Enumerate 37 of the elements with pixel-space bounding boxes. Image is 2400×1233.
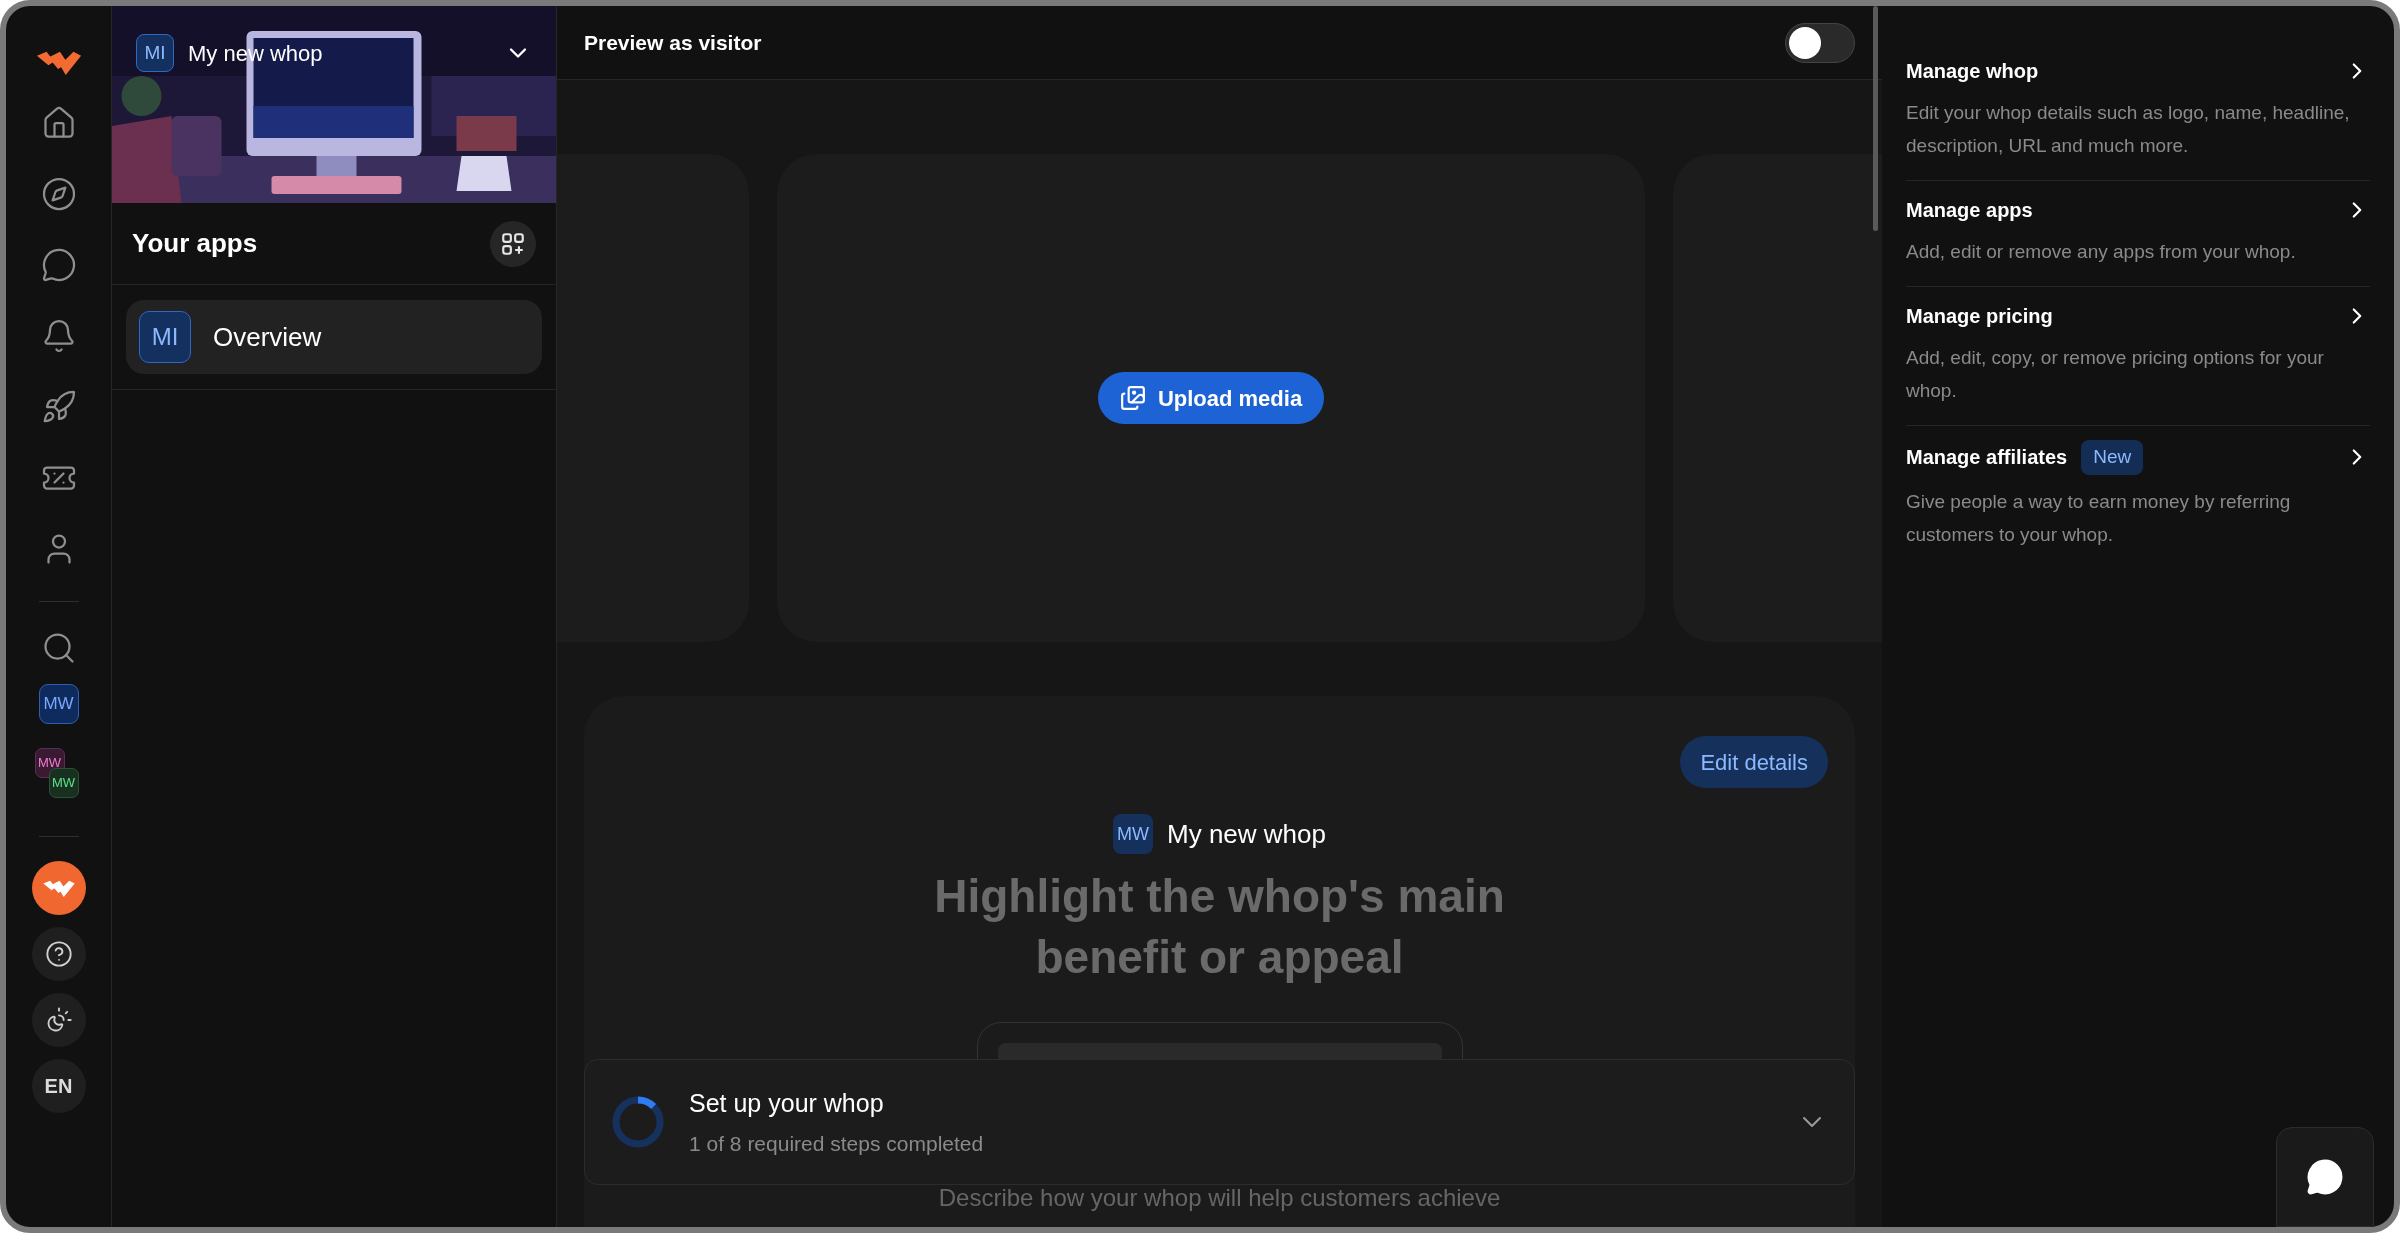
chat-button[interactable] [2276, 1127, 2374, 1227]
item-title: Manage apps [1906, 198, 2033, 223]
images-icon [1119, 385, 1146, 411]
visitor-toggle[interactable] [1785, 22, 1855, 63]
item-description: Give people a way to earn money by referring customers to your whop. [1906, 489, 2292, 547]
item-description: Add, edit or remove any apps from your whop. [1906, 240, 2297, 264]
description: Describe how your whop will help customers achieve [938, 1184, 1501, 1212]
headline: Highlight the whop's main benefit or appeal [933, 869, 1506, 985]
edit-details-button[interactable]: Edit details [1680, 736, 1828, 788]
add-app-icon [500, 230, 526, 257]
item-description: Add, edit, copy, or remove pricing options for your whop. [1906, 346, 2325, 403]
setup-card[interactable]: Set up your whop 1 of 8 required steps completed [584, 1059, 1855, 1185]
whop-avatar[interactable]: MW [38, 683, 79, 724]
scrollbar[interactable] [1873, 6, 1878, 231]
chat-bubble-icon [2306, 1158, 2344, 1196]
app-item[interactable]: MI Overview [126, 300, 542, 374]
whop-avatar: MW [1113, 814, 1153, 854]
item-title: Manage affiliates [1906, 445, 2068, 471]
setup-steps-text: 1 of 8 required steps completed [689, 1131, 985, 1157]
item-description: Edit your whop details such as logo, name, headline, description, URL and much more. [1906, 101, 2351, 158]
manage-item[interactable]: Manage whop Edit your whop details such as logo, name, headline, description, URL and much more. [1906, 42, 2370, 181]
language-button[interactable]: EN [31, 1058, 86, 1113]
panel-title: Your apps [132, 227, 258, 260]
help-icon [44, 939, 73, 968]
whop-avatar[interactable]: MW [48, 767, 79, 798]
manage-item[interactable]: Manage apps Add, edit or remove any apps from your whop. [1906, 181, 2370, 287]
manage-item[interactable]: Manage affiliates New Give people a way to earn money by referring customers to your whop. [1906, 426, 2370, 565]
setup-title: Set up your whop [689, 1087, 885, 1119]
add-app-button[interactable] [490, 220, 536, 267]
preview-title: Preview as visitor [584, 29, 762, 56]
manage-item[interactable]: Manage pricing Add, edit, copy, or remove pricing options for your whop. [1906, 287, 2370, 426]
item-title: Manage whop [1906, 59, 2039, 84]
upload-media-button[interactable]: Upload media [1097, 372, 1325, 424]
progress-ring [611, 1095, 665, 1149]
new-tag: New [2081, 440, 2144, 475]
whop-name: My new whop [1167, 817, 1326, 851]
item-title: Manage pricing [1906, 304, 2053, 329]
